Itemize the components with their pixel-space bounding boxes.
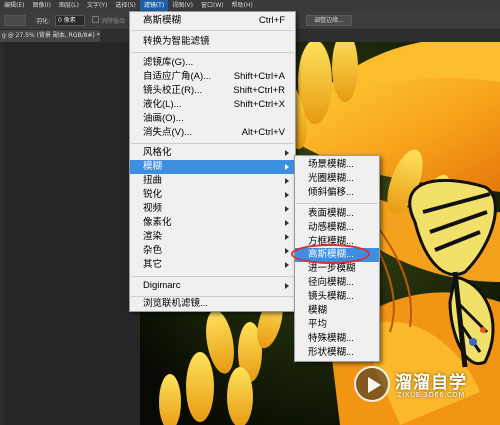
submenu-item-radial-blur[interactable]: 径向模糊... xyxy=(295,276,379,290)
menu-item-last-filter[interactable]: 高斯模糊 Ctrl+F xyxy=(130,14,295,28)
menu-type[interactable]: 文字(Y) xyxy=(83,0,111,11)
submenu-arrow-icon xyxy=(285,206,289,212)
submenu-item-tilt-shift[interactable]: 倾斜偏移... xyxy=(295,186,379,200)
menu-item-render[interactable]: 渲染 xyxy=(130,230,295,244)
menu-separator xyxy=(296,203,378,204)
menu-item-noise[interactable]: 杂色 xyxy=(130,244,295,258)
submenu-arrow-icon xyxy=(285,248,289,254)
menu-separator xyxy=(131,30,294,31)
menu-item-lens-correction[interactable]: 镜头校正(R)... Shift+Ctrl+R xyxy=(130,84,295,98)
submenu-item-blur[interactable]: 模糊 xyxy=(295,304,379,318)
menu-item-liquify[interactable]: 液化(L)... Shift+Ctrl+X xyxy=(130,98,295,112)
document-tab-label: g @ 27.5% (背景 副本, RGB/8#) * xyxy=(2,32,100,39)
submenu-item-smart-blur[interactable]: 特殊模糊... xyxy=(295,332,379,346)
menu-item-adaptive-wide-angle[interactable]: 自适应广角(A)... Shift+Ctrl+A xyxy=(130,70,295,84)
submenu-arrow-icon xyxy=(285,262,289,268)
submenu-arrow-icon xyxy=(285,234,289,240)
menu-separator xyxy=(131,276,294,277)
menu-help[interactable]: 帮助(H) xyxy=(228,0,257,11)
submenu-item-shape-blur[interactable]: 形状模糊... xyxy=(295,346,379,360)
menu-item-blur[interactable]: 模糊 xyxy=(130,160,295,174)
watermark: 溜溜自学 ZIXUE.3D66.COM xyxy=(350,362,472,406)
submenu-arrow-icon xyxy=(285,150,289,156)
photoshop-window: { "menubar": { "items": [ {"label": "编辑(… xyxy=(0,0,500,425)
menu-separator xyxy=(131,143,294,144)
menu-item-other[interactable]: 其它 xyxy=(130,258,295,272)
submenu-arrow-icon xyxy=(285,164,289,170)
shortcut-label: Shift+Ctrl+A xyxy=(233,71,285,82)
submenu-item-average[interactable]: 平均 xyxy=(295,318,379,332)
refine-edge-button[interactable]: 调整边缘... xyxy=(306,15,352,26)
submenu-item-lens-blur[interactable]: 镜头模糊... xyxy=(295,290,379,304)
watermark-brand: 溜溜自学 xyxy=(395,373,467,393)
menu-window[interactable]: 窗口(W) xyxy=(197,0,228,11)
menu-layer[interactable]: 图层(L) xyxy=(55,0,83,11)
menu-separator xyxy=(131,52,294,53)
submenu-item-motion-blur[interactable]: 动感模糊... xyxy=(295,221,379,235)
antialias-checkbox[interactable] xyxy=(92,16,99,23)
menu-item-distort[interactable]: 扭曲 xyxy=(130,174,295,188)
submenu-item-blur-more[interactable]: 进一步模糊 xyxy=(295,262,379,276)
menu-item-digimarc[interactable]: Digimarc xyxy=(130,279,295,293)
feather-input[interactable]: 0 像素 xyxy=(55,15,85,26)
antialias-label: 消除锯齿 xyxy=(101,18,126,25)
feather-label: 羽化: xyxy=(36,18,51,25)
menu-item-sharpen[interactable]: 锐化 xyxy=(130,188,295,202)
menu-item-video[interactable]: 视频 xyxy=(130,202,295,216)
menu-item-browse-online-filters[interactable]: 浏览联机滤镜... xyxy=(130,297,295,311)
menu-bar: 编辑(E) 图像(I) 图层(L) 文字(Y) 选择(S) 滤镜(T) 视图(V… xyxy=(0,0,500,11)
shortcut-label: Alt+Ctrl+V xyxy=(241,127,285,138)
filter-menu: 高斯模糊 Ctrl+F 转换为智能滤镜 滤镜库(G)... 自适应广角(A)...… xyxy=(129,11,296,312)
shortcut-label: Ctrl+F xyxy=(258,15,285,26)
submenu-item-surface-blur[interactable]: 表面模糊... xyxy=(295,207,379,221)
toolbar-strip xyxy=(0,42,4,425)
submenu-arrow-icon xyxy=(285,192,289,198)
menu-filter[interactable]: 滤镜(T) xyxy=(139,0,169,11)
menu-item-pixelate[interactable]: 像素化 xyxy=(130,216,295,230)
play-logo-icon xyxy=(354,366,390,402)
menu-item-vanishing-point[interactable]: 消失点(V)... Alt+Ctrl+V xyxy=(130,126,295,140)
menu-select[interactable]: 选择(S) xyxy=(111,0,140,11)
submenu-arrow-icon xyxy=(285,283,289,289)
annotation-circle xyxy=(291,244,370,264)
menu-item-oil-paint[interactable]: 油画(O)... xyxy=(130,112,295,126)
submenu-item-field-blur[interactable]: 场景模糊... xyxy=(295,158,379,172)
selection-mode-icon[interactable] xyxy=(4,15,26,26)
document-tab[interactable]: g @ 27.5% (背景 副本, RGB/8#) *× xyxy=(0,30,100,42)
shortcut-label: Shift+Ctrl+X xyxy=(233,99,285,110)
menu-item-convert-smart-filter[interactable]: 转换为智能滤镜 xyxy=(130,35,295,49)
watermark-url: ZIXUE.3D66.COM xyxy=(397,391,465,399)
menu-image[interactable]: 图像(I) xyxy=(28,0,54,11)
submenu-arrow-icon xyxy=(285,178,289,184)
menu-item-stylize[interactable]: 风格化 xyxy=(130,146,295,160)
submenu-item-iris-blur[interactable]: 光圈模糊... xyxy=(295,172,379,186)
menu-item-filter-gallery[interactable]: 滤镜库(G)... xyxy=(130,56,295,70)
menu-edit[interactable]: 编辑(E) xyxy=(0,0,28,11)
submenu-arrow-icon xyxy=(285,220,289,226)
menu-view[interactable]: 视图(V) xyxy=(168,0,197,11)
shortcut-label: Shift+Ctrl+R xyxy=(233,85,285,96)
